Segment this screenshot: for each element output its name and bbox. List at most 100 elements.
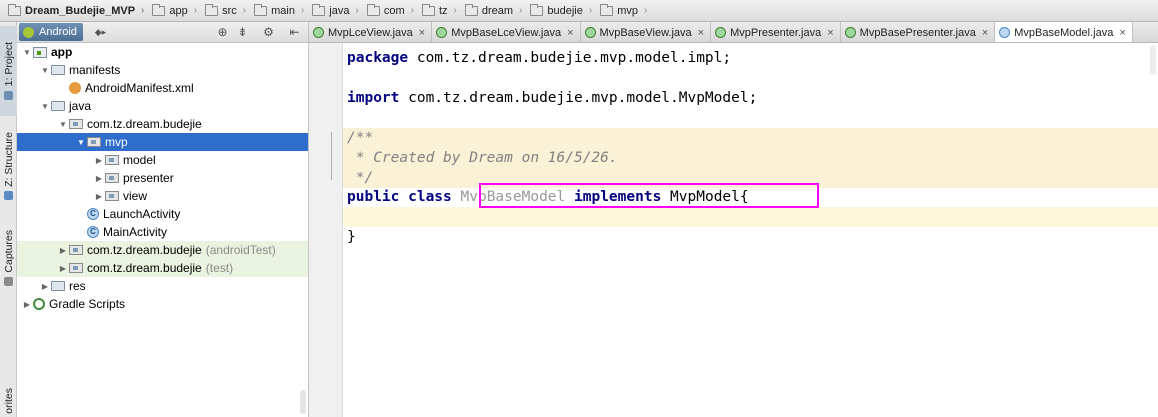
tree-item[interactable]: C LaunchActivity [17, 205, 308, 223]
tree-item[interactable]: C MainActivity [17, 223, 308, 241]
tree-item-suffix: (test) [205, 261, 234, 275]
editor-tab-label: MvpBaseView.java [599, 26, 692, 39]
chevron-right-icon: › [355, 5, 359, 16]
close-icon[interactable]: × [567, 27, 573, 39]
tree-item[interactable]: AndroidManifest.xml [17, 79, 308, 97]
captures-tool-tab-label: Captures [2, 230, 15, 273]
chevron-down-icon[interactable]: ▼ [21, 48, 33, 57]
editor-scrollbar[interactable] [1148, 43, 1158, 417]
breadcrumb-label: app [169, 4, 188, 17]
tree-item[interactable]: ▼ java [17, 97, 308, 115]
folder-icon [530, 3, 544, 16]
tree-item[interactable]: ▼ app [17, 43, 308, 61]
breadcrumb-item[interactable]: java › [308, 0, 363, 21]
target-icon[interactable]: ⊕ [215, 25, 230, 40]
chevron-down-icon[interactable]: ▼ [39, 102, 51, 111]
editor-tab[interactable]: MvpPresenter.java × [711, 22, 841, 42]
folder-icon [464, 3, 478, 16]
chevron-right-icon[interactable]: ▶ [93, 174, 105, 183]
tree-item[interactable]: ▼ manifests [17, 61, 308, 79]
breadcrumb-item[interactable]: src › [201, 0, 250, 21]
tree-item[interactable]: ▶ com.tz.dream.budejie (test) [17, 259, 308, 277]
chevron-right-icon: › [519, 5, 523, 16]
tree-item-label: AndroidManifest.xml [85, 81, 194, 95]
breadcrumb-label: Dream_Budejie_MVP [25, 4, 136, 17]
gear-icon[interactable]: ⚙ [261, 25, 276, 40]
editor-tab[interactable]: MvpBaseView.java × [581, 22, 712, 42]
chevron-right-icon[interactable]: ▶ [39, 282, 51, 291]
folder-icon [51, 101, 65, 111]
folder-icon [366, 3, 380, 16]
close-icon[interactable]: × [1119, 27, 1125, 39]
gradle-icon [33, 298, 45, 310]
tree-item-label: com.tz.dream.budejie [87, 117, 202, 131]
chevron-right-icon[interactable]: ▶ [93, 156, 105, 165]
tree-item-label: view [123, 189, 148, 203]
project-tool-tab[interactable]: 1: Project [0, 26, 17, 116]
navigation-breadcrumb: Dream_Budejie_MVP › app › src › main › java › com ›… [0, 0, 1158, 22]
collapse-icon[interactable]: ⇟ [235, 25, 250, 40]
folder-icon [254, 3, 268, 16]
editor-tab-label: MvpBaseLceView.java [451, 26, 562, 39]
breadcrumb-item[interactable]: main › [250, 0, 308, 21]
tree-item[interactable]: ▼ mvp [17, 133, 308, 151]
close-icon[interactable]: × [698, 27, 704, 39]
tree-item[interactable]: ▼ com.tz.dream.budejie [17, 115, 308, 133]
tree-item-label: app [51, 45, 73, 59]
captures-tool-tab[interactable]: Captures [0, 218, 17, 298]
tree-item[interactable]: ▶ presenter [17, 169, 308, 187]
breadcrumb-item[interactable]: tz › [418, 0, 461, 21]
breadcrumb-label: mvp [617, 4, 638, 17]
chevron-right-icon[interactable]: ▶ [21, 300, 33, 309]
chevron-down-icon[interactable]: ▼ [57, 120, 69, 129]
close-icon[interactable]: × [827, 27, 833, 39]
switch-view-icon[interactable]: ◆▸ [93, 25, 108, 40]
breadcrumb-item[interactable]: mvp › [596, 0, 651, 21]
breadcrumb-label: main [271, 4, 295, 17]
tree-item[interactable]: ▶ Gradle Scripts [17, 295, 308, 313]
breadcrumb-item[interactable]: com › [363, 0, 418, 21]
project-panel-toolbar: Android ◆▸ ⊕ ⇟ ⚙ ⇤ [17, 22, 308, 43]
editor-tab[interactable]: MvpBaseLceView.java × [432, 22, 581, 42]
close-icon[interactable]: × [982, 27, 988, 39]
chevron-down-icon[interactable]: ▼ [39, 66, 51, 75]
chevron-right-icon[interactable]: ▶ [57, 264, 69, 273]
package-icon [87, 137, 101, 147]
fold-marker[interactable] [331, 132, 339, 180]
breadcrumb-item[interactable]: app › [148, 0, 201, 21]
tree-item[interactable]: ▶ com.tz.dream.budejie (androidTest) [17, 241, 308, 259]
breadcrumb-item[interactable]: dream › [461, 0, 527, 21]
chevron-right-icon[interactable]: ▶ [93, 192, 105, 201]
tree-item-label: res [69, 279, 86, 293]
folder-icon [152, 3, 166, 16]
chevron-down-icon[interactable]: ▼ [75, 138, 87, 147]
tree-item-label: MainActivity [103, 225, 168, 239]
android-icon [4, 90, 13, 100]
package-icon [105, 191, 119, 201]
structure-tool-tab-label: Z: Structure [2, 132, 15, 187]
xml-icon [69, 82, 81, 94]
folder-icon [312, 3, 326, 16]
hide-icon[interactable]: ⇤ [287, 25, 302, 40]
view-mode-selector[interactable]: Android [19, 23, 83, 41]
project-panel-scrollbar[interactable] [300, 390, 306, 414]
favorites-tool-tab[interactable]: orites [0, 384, 17, 417]
code-line-current [343, 207, 1158, 227]
code-line-doc-open: /** [343, 128, 1158, 148]
editor-tab[interactable]: MvpBaseModel.java × [995, 22, 1133, 42]
breadcrumb-item[interactable]: Dream_Budejie_MVP › [4, 0, 148, 21]
tree-item[interactable]: ▶ view [17, 187, 308, 205]
editor-tab[interactable]: MvpLceView.java × [309, 22, 433, 42]
structure-tool-tab[interactable]: Z: Structure [0, 118, 17, 214]
breadcrumb-item[interactable]: budejie › [526, 0, 596, 21]
tree-item[interactable]: ▶ res [17, 277, 308, 295]
breadcrumb-label: com [383, 4, 405, 17]
tree-item-label: mvp [105, 135, 128, 149]
editor-tab[interactable]: MvpBasePresenter.java × [841, 22, 996, 42]
package-icon [69, 245, 83, 255]
tree-item[interactable]: ▶ model [17, 151, 308, 169]
chevron-right-icon[interactable]: ▶ [57, 246, 69, 255]
chevron-right-icon: › [588, 5, 593, 16]
close-icon[interactable]: × [419, 27, 425, 39]
code-editor[interactable]: package com.tz.dream.budejie.mvp.model.i… [343, 43, 1158, 417]
